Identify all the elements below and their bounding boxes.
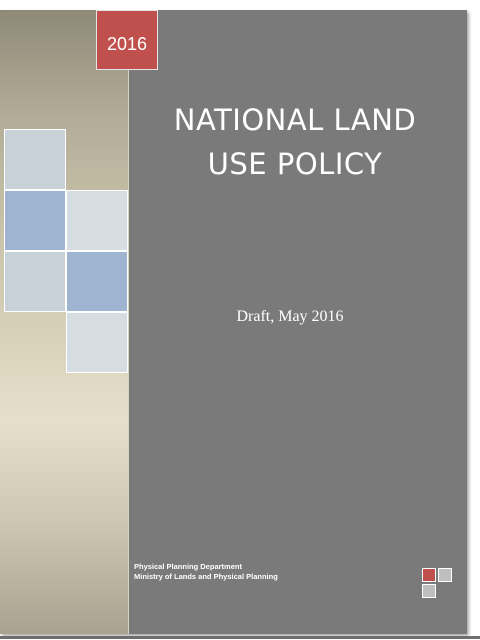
cover-page: 2016 NATIONAL LAND USE POLICY Draft, May… — [0, 10, 467, 634]
organization-block: Physical Planning Department Ministry of… — [134, 562, 278, 582]
organization-ministry: Ministry of Lands and Physical Planning — [134, 572, 278, 581]
logo-square — [422, 584, 436, 598]
squares-logo-icon — [422, 568, 458, 602]
logo-square — [422, 568, 436, 582]
decorative-tile — [66, 251, 128, 312]
decorative-tile — [66, 190, 128, 251]
logo-square — [438, 568, 452, 582]
document-page: 2016 NATIONAL LAND USE POLICY Draft, May… — [0, 0, 480, 640]
decorative-tile — [66, 312, 128, 373]
page-bottom-rule — [0, 636, 480, 639]
document-subtitle: Draft, May 2016 — [236, 308, 344, 325]
title-line-1: NATIONAL LAND — [173, 103, 417, 137]
decorative-tile — [4, 251, 66, 312]
decorative-tile — [4, 129, 66, 190]
year-badge: 2016 — [96, 10, 158, 70]
title-line-2: USE POLICY — [207, 147, 383, 181]
organization-department: Physical Planning Department — [134, 562, 242, 571]
document-title: NATIONAL LAND USE POLICY — [140, 98, 450, 186]
decorative-tile — [4, 190, 66, 251]
